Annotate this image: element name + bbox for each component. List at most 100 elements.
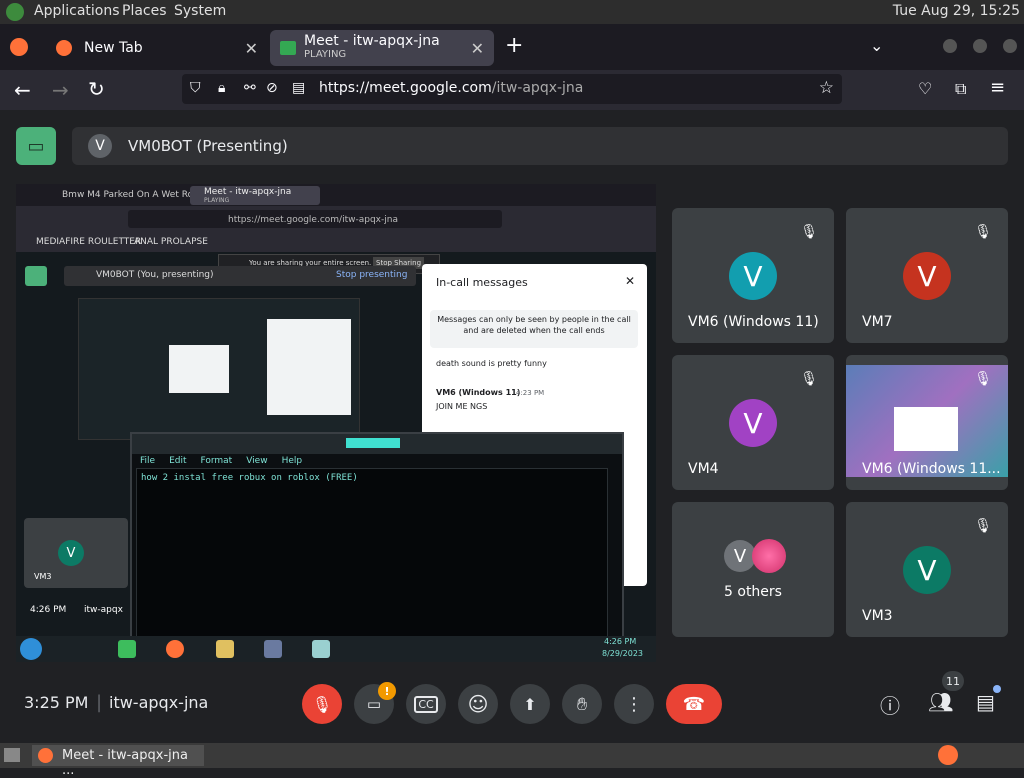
reload-icon[interactable]: ↻ bbox=[88, 77, 105, 101]
chat-icon[interactable]: ▤ bbox=[976, 690, 995, 714]
back-arrow-icon[interactable]: ← bbox=[14, 78, 31, 102]
firefox-icon bbox=[56, 40, 72, 56]
url-host: https://meet.google.com bbox=[319, 80, 492, 96]
mic-off-icon: 🎙︎ bbox=[311, 694, 333, 714]
pocket-icon[interactable]: ♡ bbox=[918, 79, 932, 98]
places-menu[interactable]: Places bbox=[122, 3, 167, 19]
os-taskbar: Meet - itw-apqx-jna ... bbox=[0, 743, 1024, 778]
minimize-button[interactable] bbox=[943, 39, 957, 53]
present-button[interactable]: ⬆ bbox=[510, 684, 550, 724]
close-window-button[interactable] bbox=[1003, 39, 1017, 53]
chat-message: death sound is pretty funny bbox=[436, 359, 547, 368]
nested-url-text: https://meet.google.com/itw-apqx-jna bbox=[228, 215, 398, 225]
show-desktop-icon[interactable] bbox=[4, 748, 20, 762]
participant-name: VM6 (Windows 11) bbox=[688, 314, 819, 330]
mic-off-icon: 🎙︎ bbox=[974, 518, 992, 534]
panel-clock[interactable]: Tue Aug 29, 15:25 bbox=[893, 3, 1020, 19]
nested-taskbar: 4:26 PM 8/29/2023 bbox=[16, 636, 656, 662]
nested-taskbar-time: 4:26 PM bbox=[604, 637, 637, 646]
close-icon: ✕ bbox=[624, 274, 635, 288]
google-meet-icon bbox=[280, 41, 296, 55]
chat-time: 4:23 PM bbox=[516, 389, 545, 397]
lock-icon[interactable]: 🔒︎ bbox=[218, 80, 225, 96]
captions-button[interactable]: CC bbox=[406, 684, 446, 724]
participant-avatar: V bbox=[729, 252, 777, 300]
list-all-tabs-icon[interactable]: ⌄ bbox=[870, 36, 883, 55]
mic-off-icon: 🎙︎ bbox=[800, 224, 818, 240]
system-top-panel: Applications Places System Tue Aug 29, 1… bbox=[0, 0, 1024, 24]
tab-meet[interactable]: Meet - itw-apqx-jna PLAYING ✕ bbox=[270, 30, 494, 66]
participant-name: VM4 bbox=[688, 461, 719, 477]
recursive-chat-panel bbox=[169, 345, 229, 393]
nested-presenting-bar: VM0BOT (You, presenting) Stop presenting bbox=[64, 266, 416, 286]
people-icon[interactable]: 👥︎ bbox=[928, 690, 953, 714]
participant-tile-vm4[interactable]: 🎙︎ V VM4 bbox=[672, 355, 834, 490]
leave-call-button[interactable]: ☎ bbox=[666, 684, 722, 724]
recursive-chat-panel bbox=[267, 319, 351, 415]
bookmark-item: ANAL PROLAPSE bbox=[134, 237, 208, 247]
participant-tile-others[interactable]: V 5 others bbox=[672, 502, 834, 637]
maximize-button[interactable] bbox=[973, 39, 987, 53]
present-screen-icon: ⬆ bbox=[523, 694, 537, 714]
video-dialog bbox=[894, 407, 958, 451]
emoji-icon: ☺ bbox=[467, 692, 489, 716]
tab-title: New Tab bbox=[84, 40, 143, 56]
autoplay-blocked-icon[interactable]: ⊘ bbox=[266, 80, 278, 96]
raise-hand-button[interactable]: ✋︎ bbox=[562, 684, 602, 724]
nested-tile-name: VM3 bbox=[34, 572, 52, 581]
bookmark-star-icon[interactable]: ☆ bbox=[819, 78, 834, 98]
permissions-icon[interactable]: ⚯ bbox=[244, 80, 256, 96]
presenting-bar: V VM0BOT (Presenting) bbox=[72, 127, 1008, 165]
captions-icon: CC bbox=[414, 695, 438, 713]
applications-menu[interactable]: Applications bbox=[34, 3, 120, 19]
close-icon[interactable]: ✕ bbox=[471, 39, 484, 58]
divider: | bbox=[96, 692, 103, 713]
editor-menu-item: Help bbox=[281, 456, 303, 466]
forward-arrow-icon[interactable]: → bbox=[52, 78, 69, 102]
nested-presenting-label: VM0BOT (You, presenting) bbox=[96, 270, 214, 280]
editor-title-highlight bbox=[346, 438, 400, 448]
shared-screen[interactable]: Bmw M4 Parked On A Wet Ro Meet - itw-apq… bbox=[16, 184, 656, 662]
recursive-screen bbox=[78, 298, 360, 440]
camera-toggle-button[interactable]: ▭ ! bbox=[354, 682, 396, 724]
participant-tile-vm3[interactable]: 🎙︎ V VM3 bbox=[846, 502, 1008, 637]
nested-tile-avatar: V bbox=[58, 540, 84, 566]
more-options-button[interactable]: ⋮ bbox=[614, 684, 654, 724]
close-icon[interactable]: ✕ bbox=[245, 39, 258, 58]
reader-view-icon[interactable]: ▤ bbox=[292, 80, 305, 96]
hamburger-menu-icon[interactable]: ≡ bbox=[990, 77, 1005, 98]
folder-icon bbox=[216, 640, 234, 658]
taskbar-window-button[interactable]: Meet - itw-apqx-jna ... bbox=[32, 745, 204, 778]
participant-tile-vm7[interactable]: 🎙︎ V VM7 bbox=[846, 208, 1008, 343]
url-bar[interactable]: ⛉ 🔒︎ ⚯ ⊘ ▤ https://meet.google.com/itw-a… bbox=[182, 74, 842, 104]
nested-stop-presenting: Stop presenting bbox=[336, 270, 408, 280]
participant-avatar: V bbox=[903, 546, 951, 594]
editor-menu-item: Edit bbox=[169, 456, 187, 466]
shield-icon[interactable]: ⛉ bbox=[190, 80, 201, 96]
tab-title: Meet - itw-apqx-jna bbox=[304, 33, 440, 49]
tab-new-tab[interactable]: New Tab ✕ bbox=[44, 30, 268, 66]
workspace-switcher-icon[interactable] bbox=[938, 745, 958, 765]
participant-name: VM7 bbox=[862, 314, 893, 330]
participant-name: VM6 (Windows 11... bbox=[862, 461, 1001, 477]
present-layout-icon[interactable]: ▭ bbox=[16, 127, 56, 165]
nested-present-icon bbox=[25, 266, 47, 286]
new-tab-button[interactable]: + bbox=[505, 33, 523, 58]
participant-tile-vm6-video[interactable]: 🎙︎ VM6 (Windows 11... bbox=[846, 355, 1008, 490]
mic-toggle-button[interactable]: 🎙︎ bbox=[302, 684, 342, 724]
distro-logo-icon[interactable] bbox=[6, 3, 24, 21]
nested-toolbar: https://meet.google.com/itw-apqx-jna bbox=[16, 206, 656, 232]
extensions-icon[interactable]: ⧉ bbox=[955, 79, 966, 99]
reactions-button[interactable]: ☺ bbox=[458, 684, 498, 724]
nested-tab-title: Meet - itw-apqx-jna bbox=[204, 187, 292, 197]
meeting-info-icon[interactable]: ⓘ bbox=[880, 690, 900, 719]
url-text[interactable]: https://meet.google.com/itw-apqx-jna bbox=[319, 80, 583, 96]
firefox-view-icon[interactable] bbox=[10, 38, 28, 56]
firefox-icon bbox=[38, 748, 53, 763]
mic-off-icon: 🎙︎ bbox=[800, 371, 818, 387]
meeting-code: itw-apqx-jna bbox=[109, 693, 209, 712]
system-menu[interactable]: System bbox=[174, 3, 226, 19]
hand-icon: ✋︎ bbox=[576, 693, 588, 715]
participant-tile-vm6[interactable]: 🎙︎ V VM6 (Windows 11) bbox=[672, 208, 834, 343]
camera-icon: ▭ bbox=[366, 695, 382, 713]
